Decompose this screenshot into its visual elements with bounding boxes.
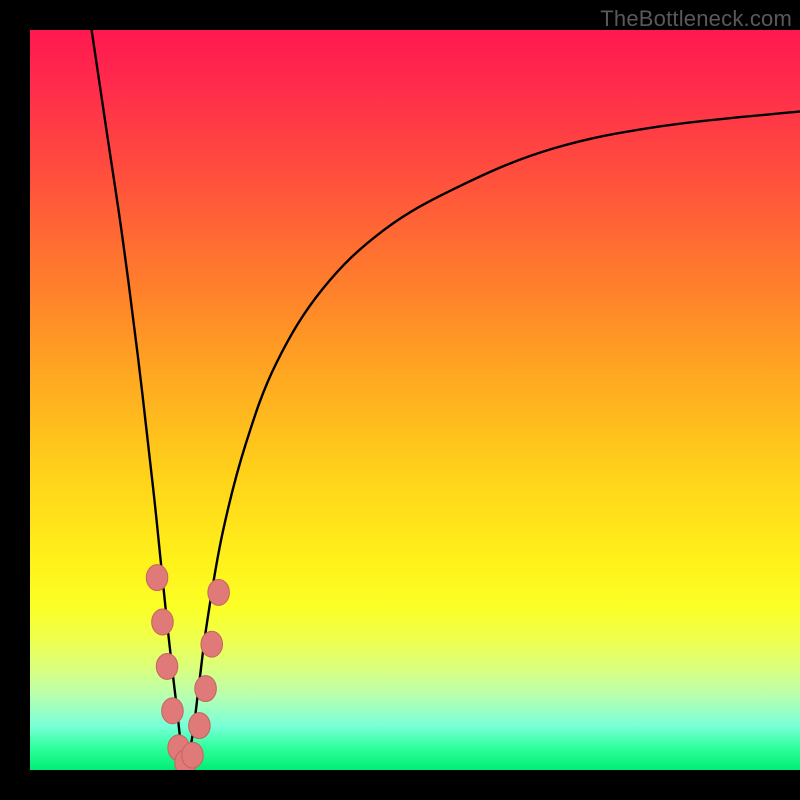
chart-frame: TheBottleneck.com <box>0 0 800 800</box>
bottleneck-curve <box>92 30 800 764</box>
data-marker <box>182 742 204 768</box>
data-marker <box>195 676 217 702</box>
data-marker <box>162 698 184 724</box>
data-marker <box>152 609 174 635</box>
watermark-text: TheBottleneck.com <box>600 6 792 32</box>
data-marker <box>146 565 168 591</box>
chart-svg <box>30 30 800 770</box>
data-marker <box>156 653 178 679</box>
data-marker <box>189 713 211 739</box>
curve-layer <box>92 30 800 764</box>
data-marker <box>201 631 223 657</box>
data-marker <box>208 579 230 605</box>
plot-area <box>30 30 800 770</box>
marker-layer <box>146 565 229 770</box>
